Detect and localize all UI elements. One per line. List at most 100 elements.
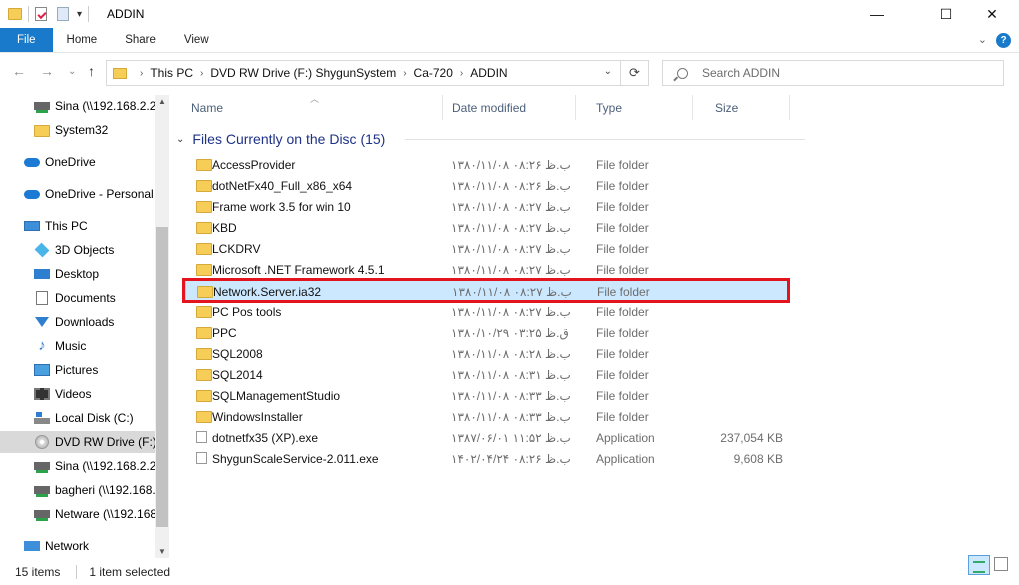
chevron-down-icon[interactable]: ⌄ (604, 66, 612, 77)
3d-objects-icon (34, 242, 50, 258)
scroll-down-icon[interactable]: ▼ (158, 547, 166, 556)
status-bar: 15 items 1 item selected (0, 558, 1019, 585)
scroll-up-icon[interactable]: ▲ (158, 97, 166, 106)
file-row[interactable]: Frame work 3.5 for win 10 ۱۳۸۰/۱۱/۰۸ ب.ظ … (185, 196, 789, 217)
tab-home[interactable]: Home (53, 28, 112, 52)
column-size[interactable]: Size (694, 95, 790, 120)
folder-icon (196, 243, 212, 255)
new-folder-icon[interactable] (57, 7, 69, 21)
nav-item-label: System32 (55, 123, 109, 137)
properties-icon[interactable] (35, 7, 47, 21)
nav-item-label: 3D Objects (55, 243, 115, 257)
group-header[interactable]: ⌄ Files Currently on the Disc (15) (176, 130, 385, 148)
nav-item[interactable]: Sina (\\192.168.2.2\ (0, 95, 155, 117)
recent-locations-button[interactable]: ⌄ (68, 66, 76, 77)
file-name: dotNetFx40_Full_x86_x64 (212, 179, 353, 193)
search-input[interactable]: Search ADDIN (702, 66, 780, 80)
nav-item[interactable]: OneDrive - Personal (0, 183, 155, 205)
close-button[interactable]: ✕ (969, 0, 1015, 28)
nav-item-label: Sina (\\192.168.2.2\ (55, 459, 155, 473)
file-date: ۱۳۸۰/۱۱/۰۸ ب.ظ ۰۸:۳۳ (451, 389, 571, 403)
file-type: File folder (596, 158, 649, 172)
file-row[interactable]: LCKDRV ۱۳۸۰/۱۱/۰۸ ب.ظ ۰۸:۲۷ File folder (185, 238, 789, 259)
chevron-down-icon[interactable]: ⌄ (176, 134, 184, 145)
scrollbar-thumb[interactable] (156, 227, 168, 527)
nav-item[interactable]: OneDrive (0, 151, 155, 173)
item-count: 15 items (15, 564, 61, 579)
file-name: AccessProvider (212, 158, 296, 172)
maximize-button[interactable]: ☐ (923, 0, 969, 28)
file-date: ۱۳۸۰/۱۱/۰۸ ب.ظ ۰۸:۲۷ (451, 242, 571, 256)
folder-icon (196, 201, 212, 213)
nav-item[interactable]: Videos (0, 383, 155, 405)
nav-item-label: OneDrive (45, 155, 96, 169)
nav-item[interactable]: Network (0, 535, 155, 557)
file-row[interactable]: dotnetfx35 (XP).exe ۱۳۸۷/۰۶/۰۱ ب.ظ ۱۱:۵۲ A… (185, 427, 789, 448)
folder-icon (113, 67, 127, 79)
breadcrumb-this-pc[interactable]: This PC (150, 66, 193, 80)
expand-ribbon-icon[interactable]: ⌄ (978, 33, 987, 46)
file-row[interactable]: WindowsInstaller ۱۳۸۰/۱۱/۰۸ ب.ظ ۰۸:۳۳ File… (185, 406, 789, 427)
customize-toolbar-icon[interactable]: ▾ (77, 9, 82, 20)
breadcrumb-dvd-drive[interactable]: DVD RW Drive (F:) ShygunSystem (210, 66, 396, 80)
nav-item[interactable]: bagheri (\\192.168. (0, 479, 155, 501)
file-date: ۱۳۸۰/۱۱/۰۸ ب.ظ ۰۸:۲۷ (451, 263, 571, 277)
file-row[interactable]: KBD ۱۳۸۰/۱۱/۰۸ ب.ظ ۰۸:۲۷ File folder (185, 217, 789, 238)
column-type[interactable]: Type (575, 95, 693, 120)
tab-file[interactable]: File (0, 28, 53, 52)
quick-access-toolbar: ▾ (8, 6, 95, 22)
file-row[interactable]: SQLManagementStudio ۱۳۸۰/۱۱/۰۸ ب.ظ ۰۸:۳۳ F… (185, 385, 789, 406)
nav-item[interactable]: Documents (0, 287, 155, 309)
nav-item[interactable]: This PC (0, 215, 155, 237)
file-name: PC Pos tools (212, 305, 282, 319)
forward-button[interactable]: → (40, 63, 54, 79)
minimize-button[interactable]: — (854, 0, 900, 28)
details-view-icon[interactable] (968, 555, 990, 575)
nav-item-label: OneDrive - Personal (45, 187, 154, 201)
folder-icon (196, 327, 212, 339)
folder-icon (196, 411, 212, 423)
up-button[interactable]: ↑ (88, 63, 95, 79)
file-name: PPC (212, 326, 237, 340)
nav-item[interactable]: System32 (0, 119, 155, 141)
nav-item[interactable]: Downloads (0, 311, 155, 333)
column-date-modified[interactable]: Date modified (431, 95, 576, 120)
nav-item[interactable]: ♪ Music (0, 335, 155, 357)
nav-item[interactable]: Sina (\\192.168.2.2\ (0, 455, 155, 477)
column-name[interactable]: Name (170, 95, 443, 120)
breadcrumb-addin[interactable]: ADDIN (470, 66, 507, 80)
onedrive-icon (24, 189, 40, 199)
file-date: ۱۳۸۰/۱۱/۰۸ ب.ظ ۰۸:۲۷ (451, 200, 571, 214)
nav-scrollbar[interactable]: ▲ ▼ (155, 95, 169, 558)
file-size: 237,054 KB (720, 431, 783, 445)
file-row[interactable]: ShygunScaleService-2.011.exe ۱۴۰۲/۰۴/۲۴ ب… (185, 448, 789, 469)
help-icon[interactable]: ? (996, 33, 1011, 48)
back-button[interactable]: ← (12, 63, 26, 79)
file-row[interactable]: SQL2008 ۱۳۸۰/۱۱/۰۸ ب.ظ ۰۸:۲۸ File folder (185, 343, 789, 364)
file-row[interactable]: AccessProvider ۱۳۸۰/۱۱/۰۸ ب.ظ ۰۸:۲۶ File f… (185, 154, 789, 175)
file-row[interactable]: SQL2014 ۱۳۸۰/۱۱/۰۸ ب.ظ ۰۸:۳۱ File folder (185, 364, 789, 385)
nav-item[interactable]: Local Disk (C:) (0, 407, 155, 429)
folder-icon[interactable] (8, 8, 22, 20)
file-type: File folder (596, 347, 649, 361)
exe-icon (196, 452, 207, 464)
file-row[interactable]: Microsoft .NET Framework 4.5.1 ۱۳۸۰/۱۱/۰۸… (185, 259, 789, 280)
file-row[interactable]: dotNetFx40_Full_x86_x64 ۱۳۸۰/۱۱/۰۸ ب.ظ ۰۸… (185, 175, 789, 196)
nav-item[interactable]: DVD RW Drive (F:) S (0, 431, 155, 453)
file-row[interactable]: PPC ۱۳۸۰/۱۰/۲۹ ق.ظ ۰۳:۲۵ File folder (185, 322, 789, 343)
breadcrumb-ca-720[interactable]: Ca-720 (414, 66, 453, 80)
nav-item[interactable]: Pictures (0, 359, 155, 381)
refresh-button[interactable]: ⟳ (620, 60, 649, 86)
file-row[interactable]: PC Pos tools ۱۳۸۰/۱۱/۰۸ ب.ظ ۰۸:۲۷ File fol… (185, 301, 789, 322)
nav-item[interactable]: 3D Objects (0, 239, 155, 261)
nav-item[interactable]: Desktop (0, 263, 155, 285)
large-icons-view-icon[interactable] (994, 557, 1008, 571)
address-bar[interactable]: › This PC › DVD RW Drive (F:) ShygunSyst… (106, 60, 621, 86)
folder-icon (34, 124, 50, 137)
nav-item[interactable]: Netware (\\192.168 (0, 503, 155, 525)
file-type: File folder (596, 410, 649, 424)
tab-view[interactable]: View (170, 28, 223, 52)
search-box[interactable]: Search ADDIN (662, 60, 1004, 86)
desktop-icon (34, 269, 50, 279)
tab-share[interactable]: Share (111, 28, 170, 52)
